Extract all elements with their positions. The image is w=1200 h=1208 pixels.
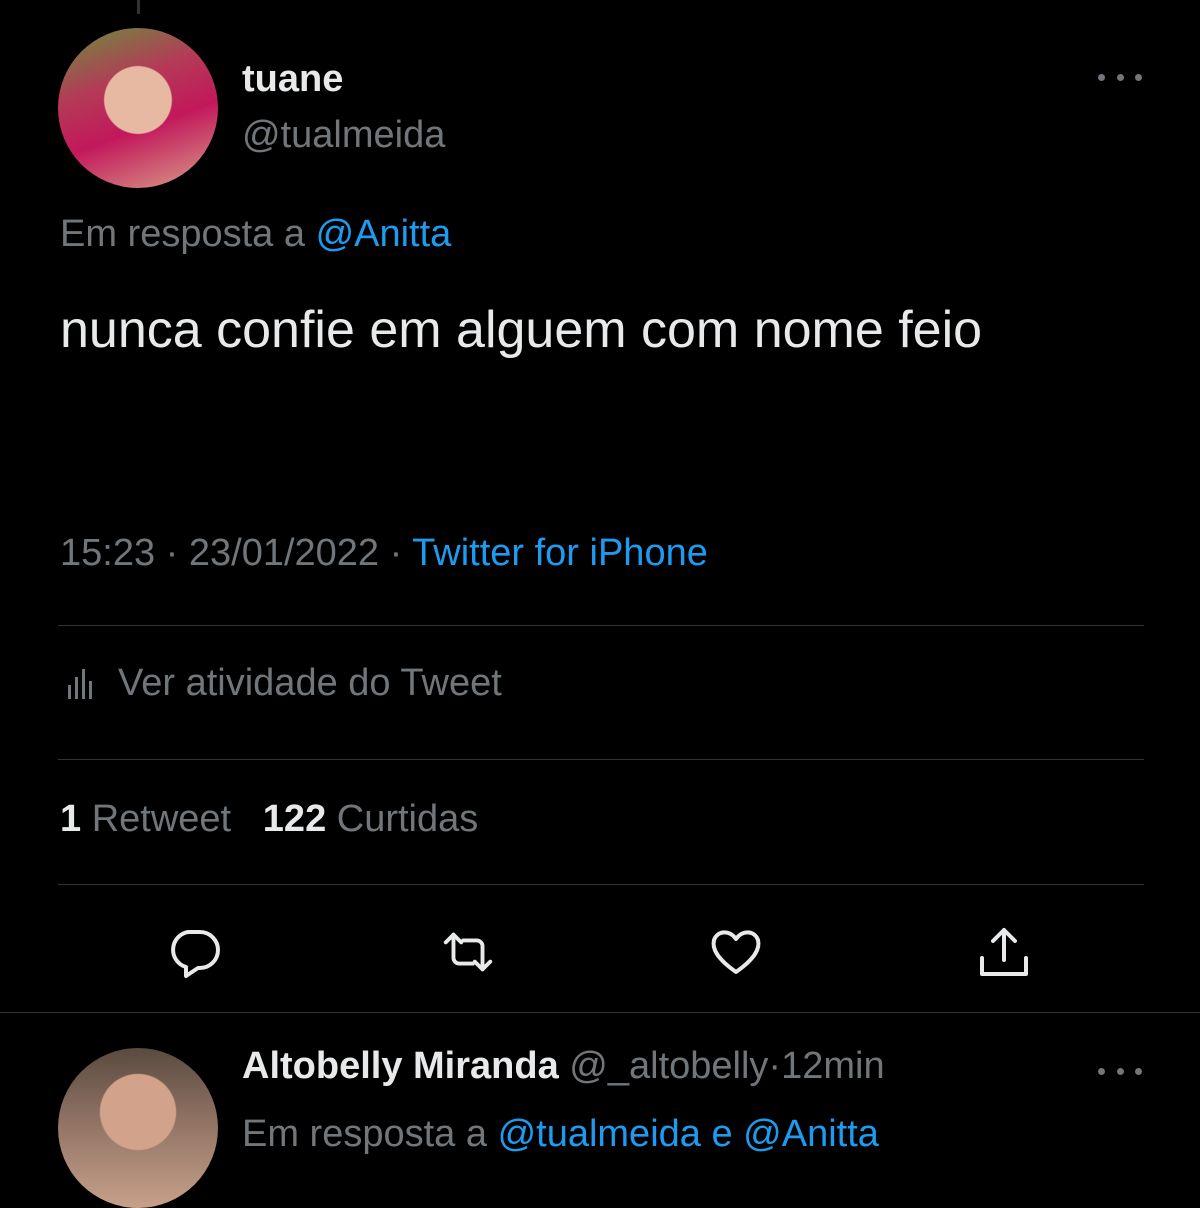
reply-header: Altobelly Miranda @_altobelly·12min bbox=[242, 1045, 885, 1088]
reply-to-mention-link[interactable]: @Anitta bbox=[316, 213, 452, 255]
author-display-name[interactable]: tuane bbox=[242, 58, 343, 101]
retweet-icon bbox=[443, 932, 493, 972]
reply-context: Em resposta a @Anitta bbox=[60, 213, 451, 256]
likes-label: Curtidas bbox=[336, 798, 479, 840]
share-icon bbox=[980, 928, 1028, 976]
tweet-date[interactable]: 23/01/2022 bbox=[189, 532, 379, 574]
like-button[interactable] bbox=[706, 922, 766, 982]
tweet-stats: 1 Retweet 122 Curtidas bbox=[60, 798, 478, 841]
avatar[interactable] bbox=[58, 28, 218, 188]
divider bbox=[0, 1012, 1200, 1013]
reply-context-label: Em resposta a bbox=[242, 1113, 487, 1155]
tweet-source-link[interactable]: Twitter for iPhone bbox=[412, 532, 708, 574]
meta-separator: · bbox=[165, 532, 179, 574]
tweet-text: nunca confie em alguem com nome feio bbox=[60, 301, 983, 359]
meta-separator: · bbox=[389, 532, 403, 574]
reply-author-handle[interactable]: @_altobelly bbox=[569, 1045, 768, 1087]
tweet-meta: 15:23 · 23/01/2022 · Twitter for iPhone bbox=[60, 532, 708, 575]
heart-icon bbox=[711, 930, 761, 974]
meta-separator: · bbox=[768, 1045, 782, 1087]
author-handle[interactable]: @tualmeida bbox=[242, 114, 445, 157]
analytics-icon bbox=[68, 668, 92, 699]
view-tweet-activity-label: Ver atividade do Tweet bbox=[118, 662, 502, 704]
retweets-stat[interactable]: 1 Retweet bbox=[60, 798, 231, 840]
thread-connector-line bbox=[137, 0, 140, 14]
reply-to-mention-link[interactable]: @Anitta bbox=[743, 1113, 879, 1155]
reply-context: Em resposta a @tualmeida e @Anitta bbox=[242, 1113, 879, 1156]
more-options-icon[interactable] bbox=[1098, 70, 1142, 84]
divider bbox=[58, 625, 1144, 626]
view-tweet-activity-button[interactable]: Ver atividade do Tweet bbox=[66, 662, 502, 705]
reply-age[interactable]: 12min bbox=[781, 1045, 885, 1087]
divider bbox=[58, 884, 1144, 885]
reply-icon bbox=[171, 930, 220, 978]
likes-stat[interactable]: 122 Curtidas bbox=[263, 798, 478, 840]
retweets-count: 1 bbox=[60, 798, 82, 840]
reply-to-conjunction: e bbox=[711, 1113, 733, 1155]
reply-context-label: Em resposta a bbox=[60, 213, 305, 255]
more-options-icon[interactable] bbox=[1098, 1064, 1142, 1078]
retweet-button[interactable] bbox=[438, 922, 498, 982]
share-button[interactable] bbox=[974, 922, 1034, 982]
tweet-time[interactable]: 15:23 bbox=[60, 532, 155, 574]
divider bbox=[58, 759, 1144, 760]
reply-avatar[interactable] bbox=[58, 1048, 218, 1208]
likes-count: 122 bbox=[262, 798, 327, 840]
retweets-label: Retweet bbox=[91, 798, 232, 840]
reply-to-mention-link[interactable]: @tualmeida bbox=[498, 1113, 701, 1155]
reply-button[interactable] bbox=[164, 922, 224, 982]
reply-author-name[interactable]: Altobelly Miranda bbox=[242, 1045, 559, 1087]
